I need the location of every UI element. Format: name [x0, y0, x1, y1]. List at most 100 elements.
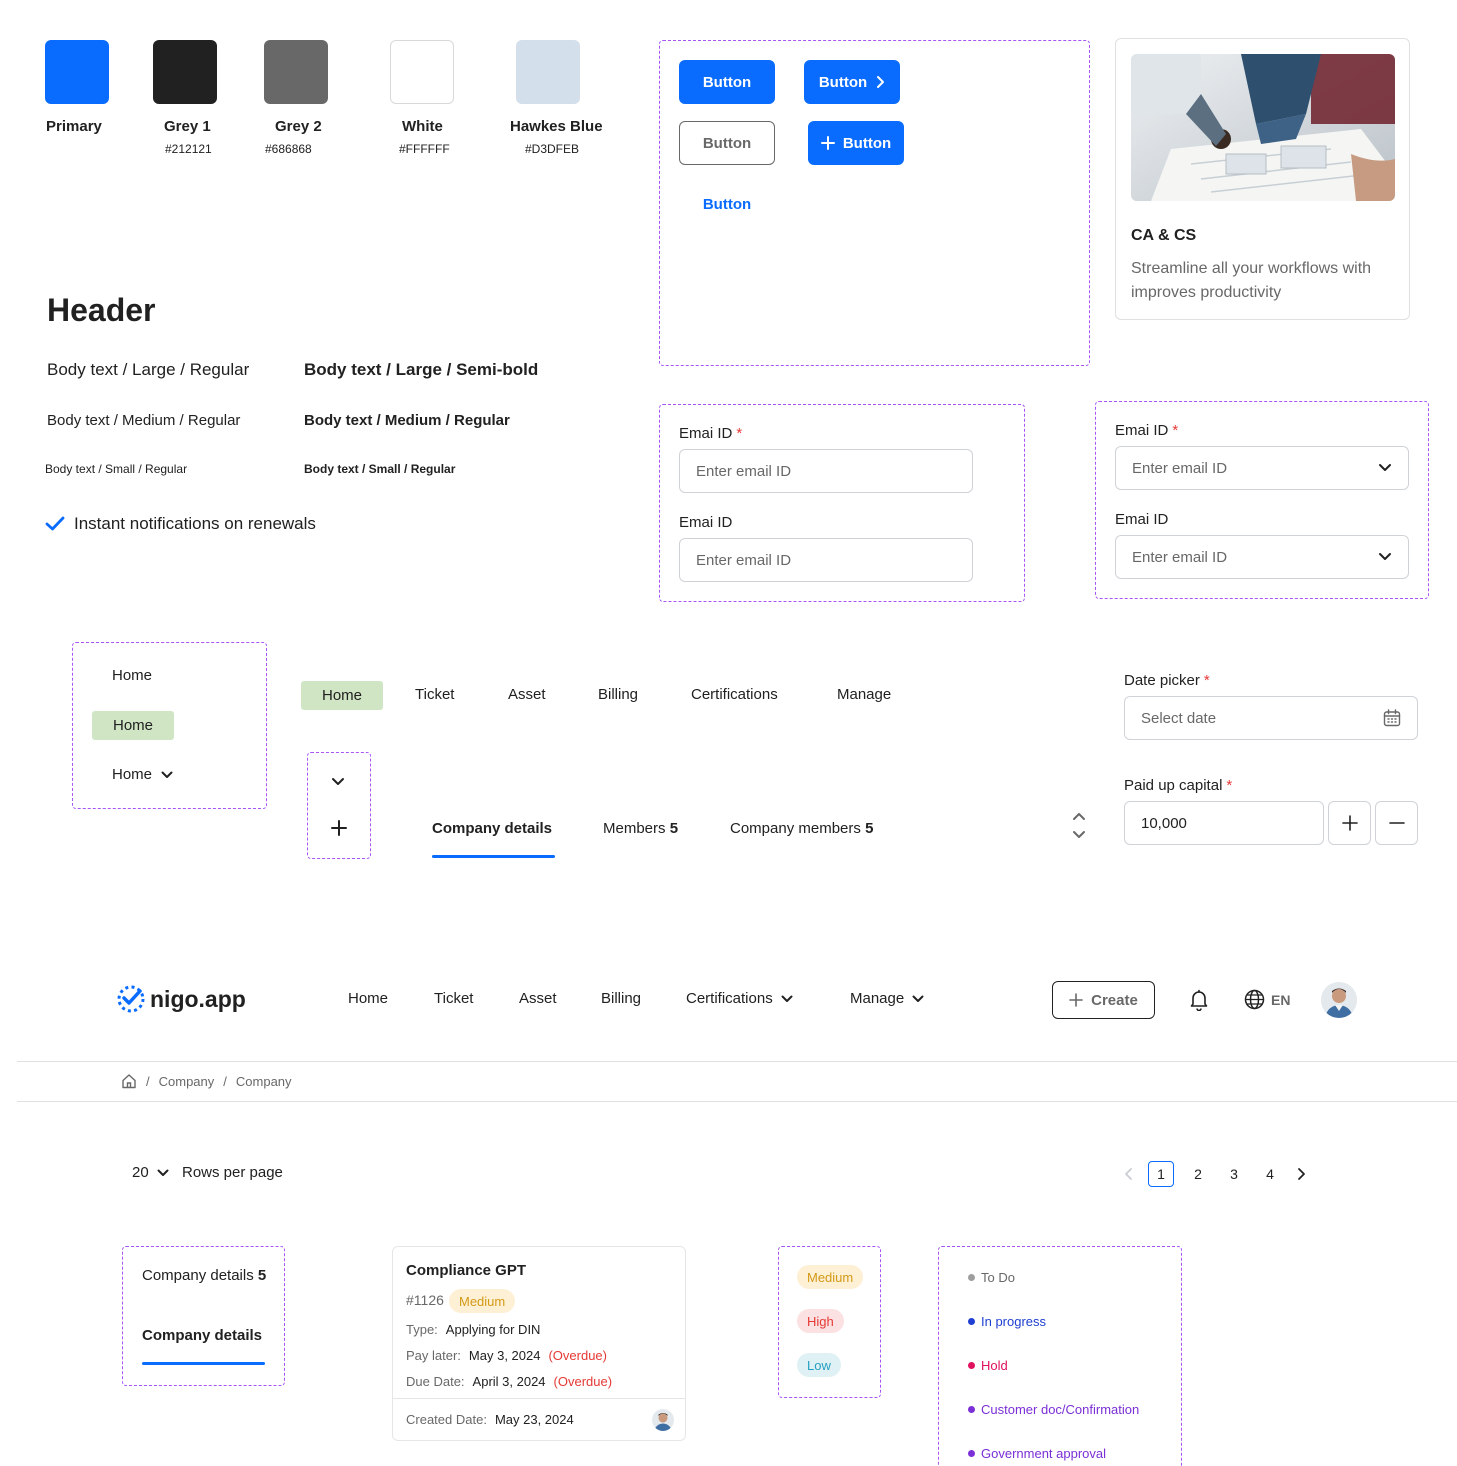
- button-label: Button: [702, 195, 752, 213]
- paid-up-capital-input[interactable]: 10,000: [1124, 801, 1324, 845]
- ticket-due-date: Due Date: April 3, 2024 (Overdue): [406, 1374, 613, 1389]
- nav-home[interactable]: Home: [348, 990, 388, 1007]
- check-icon: [45, 516, 65, 532]
- assignee-avatar[interactable]: [652, 1409, 674, 1431]
- language-code: EN: [1271, 991, 1291, 1008]
- plus-icon: [1341, 815, 1358, 831]
- divider: [17, 1101, 1457, 1102]
- sort-icon[interactable]: [1072, 811, 1086, 841]
- date-picker-label: Date picker *: [1124, 672, 1210, 689]
- tab-certifications[interactable]: Certifications: [691, 686, 778, 703]
- next-page-icon[interactable]: [1296, 1167, 1306, 1181]
- status-to-do: To Do: [968, 1270, 1015, 1285]
- bell-icon[interactable]: [1189, 989, 1209, 1011]
- tab-ticket[interactable]: Ticket: [415, 686, 454, 703]
- swatch-hawkes-blue: [516, 40, 580, 104]
- page-4[interactable]: 4: [1257, 1161, 1283, 1187]
- email-select-label: Emai ID *: [1115, 422, 1179, 439]
- nav-asset[interactable]: Asset: [519, 990, 557, 1007]
- swatch-name: Primary: [46, 118, 102, 135]
- primary-next-button[interactable]: Button: [804, 60, 900, 104]
- rows-per-page-select[interactable]: 20: [132, 1164, 169, 1181]
- chevron-down-icon: [1378, 463, 1392, 473]
- body-medium-bold: Body text / Medium / Regular: [304, 412, 510, 429]
- prev-page-icon[interactable]: [1124, 1167, 1134, 1181]
- tab-company-details-count[interactable]: Company details 5: [142, 1267, 266, 1284]
- swatch-grey-2: [264, 40, 328, 104]
- ticket-title: Compliance GPT: [406, 1262, 527, 1279]
- ticket-type: Type: Applying for DIN: [406, 1322, 541, 1337]
- swatch-hex: #D3DFEB: [525, 142, 580, 156]
- outline-button[interactable]: Button: [679, 121, 775, 165]
- email-select[interactable]: Enter email ID: [1115, 535, 1409, 579]
- nav-manage[interactable]: Manage: [850, 990, 924, 1007]
- swatch-primary: [45, 40, 109, 104]
- promo-image: [1131, 54, 1395, 201]
- text-button[interactable]: Button: [679, 182, 775, 226]
- date-picker-input[interactable]: Select date: [1124, 696, 1418, 740]
- email-input[interactable]: Enter email ID: [679, 538, 973, 582]
- body-small-bold: Body text / Small / Regular: [304, 462, 456, 476]
- button-label: Button: [702, 73, 752, 91]
- swatch-name: Grey 2: [275, 118, 322, 135]
- menu-item-home-dropdown[interactable]: Home: [112, 766, 173, 783]
- promo-card[interactable]: CA & CS Streamline all your workflows wi…: [1115, 38, 1410, 320]
- active-tab-indicator: [142, 1362, 265, 1365]
- primary-button[interactable]: Button: [679, 60, 775, 104]
- tab-company-details-active[interactable]: Company details: [142, 1327, 262, 1344]
- menu-item-home-active[interactable]: Home: [92, 711, 174, 740]
- avatar[interactable]: [1321, 982, 1357, 1018]
- tab-billing[interactable]: Billing: [598, 686, 638, 703]
- promo-description: Streamline all your workflows with impro…: [1131, 260, 1372, 301]
- tab-home[interactable]: Home: [301, 681, 383, 710]
- tab-company-details[interactable]: Company details: [432, 820, 552, 837]
- add-button[interactable]: Button: [808, 121, 904, 165]
- button-label: Button: [818, 73, 868, 91]
- plus-icon: [1069, 993, 1083, 1007]
- create-button[interactable]: Create: [1052, 981, 1155, 1019]
- priority-badge: Medium: [449, 1289, 516, 1313]
- page-3[interactable]: 3: [1221, 1161, 1247, 1187]
- status-dot: [968, 1318, 975, 1325]
- chevron-down-icon: [157, 1169, 169, 1177]
- breadcrumb-separator: /: [146, 1073, 150, 1089]
- breadcrumb: / Company / Company: [121, 1073, 292, 1089]
- brand-logo[interactable]: nigo.app: [116, 984, 246, 1014]
- nav-certifications[interactable]: Certifications: [686, 990, 793, 1007]
- status-hold: Hold: [968, 1358, 1008, 1373]
- increment-button[interactable]: [1328, 801, 1371, 845]
- menu-item-home[interactable]: Home: [112, 667, 152, 684]
- tab-company-members[interactable]: Company members 5: [730, 820, 873, 837]
- plus-icon[interactable]: [331, 820, 347, 836]
- promo-title: CA & CS: [1131, 227, 1197, 244]
- swatch-hex: #686868: [265, 142, 312, 156]
- header-sample: Header: [47, 292, 156, 328]
- chevron-down-icon: [1378, 552, 1392, 562]
- paid-up-capital-label: Paid up capital *: [1124, 777, 1233, 794]
- page-2[interactable]: 2: [1185, 1161, 1211, 1187]
- swatch-white: [390, 40, 454, 104]
- rows-value: 20: [132, 1164, 149, 1181]
- email-select[interactable]: Enter email ID: [1115, 446, 1409, 490]
- chevron-down-icon: [781, 995, 793, 1003]
- chevron-down-icon[interactable]: [331, 777, 345, 787]
- breadcrumb-item[interactable]: Company: [236, 1074, 292, 1089]
- tab-asset[interactable]: Asset: [508, 686, 546, 703]
- globe-icon: [1244, 989, 1265, 1010]
- logo-check-icon: [116, 984, 146, 1014]
- tab-members[interactable]: Members 5: [603, 820, 678, 837]
- decrement-button[interactable]: [1375, 801, 1418, 845]
- language-switch[interactable]: EN: [1244, 989, 1290, 1010]
- home-icon[interactable]: [121, 1073, 137, 1089]
- tab-manage[interactable]: Manage: [837, 686, 891, 703]
- page-1[interactable]: 1: [1148, 1161, 1174, 1187]
- divider: [17, 1061, 1457, 1062]
- nav-billing[interactable]: Billing: [601, 990, 641, 1007]
- breadcrumb-item[interactable]: Company: [159, 1074, 215, 1089]
- swatch-hex: #212121: [165, 142, 212, 156]
- email-input[interactable]: Enter email ID: [679, 449, 973, 493]
- chevron-right-icon: [875, 75, 885, 89]
- brand-name: nigo.app: [150, 985, 246, 1012]
- swatch-name: Hawkes Blue: [510, 118, 603, 135]
- nav-ticket[interactable]: Ticket: [434, 990, 473, 1007]
